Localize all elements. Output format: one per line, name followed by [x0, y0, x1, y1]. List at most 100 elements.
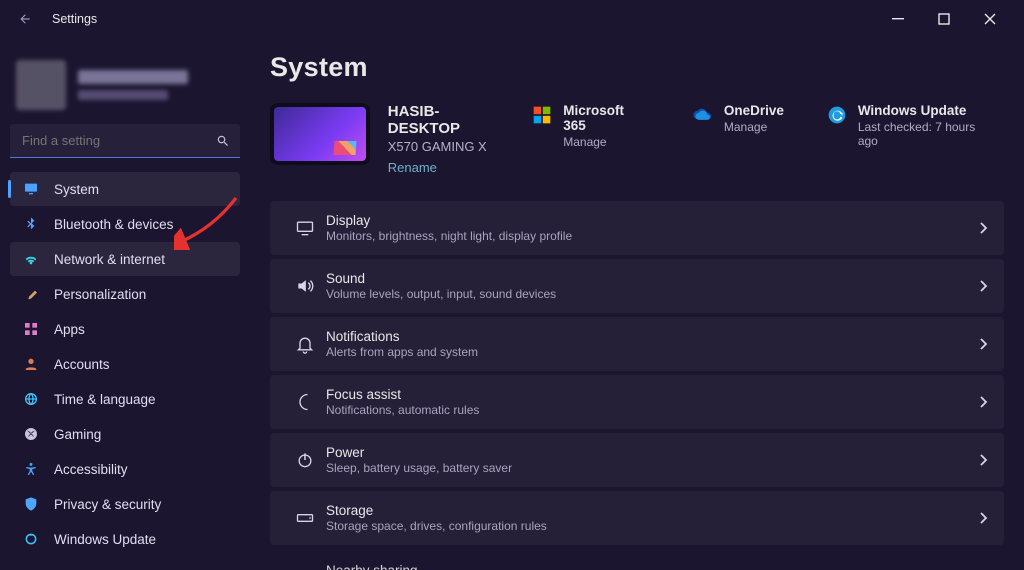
accessibility-icon	[22, 460, 40, 478]
shield-icon	[22, 495, 40, 513]
search-input[interactable]	[10, 124, 240, 158]
header-link-title: OneDrive	[724, 103, 784, 118]
sidebar-item-network[interactable]: Network & internet	[10, 242, 240, 276]
close-icon	[984, 13, 996, 25]
sidebar-item-personalization[interactable]: Personalization	[10, 277, 240, 311]
maximize-button[interactable]	[938, 13, 962, 25]
bell-icon	[284, 334, 326, 354]
sidebar-item-label: Apps	[54, 322, 85, 337]
card-title: Power	[326, 445, 512, 460]
header-link-windows-update[interactable]: Windows Update Last checked: 7 hours ago	[826, 103, 998, 149]
onedrive-icon	[692, 104, 714, 126]
sound-icon	[284, 276, 326, 296]
sidebar-item-gaming[interactable]: Gaming	[10, 417, 240, 451]
card-storage[interactable]: Storage Storage space, drives, configura…	[270, 491, 1004, 545]
header-link-sub: Manage	[724, 120, 784, 134]
card-nearby-sharing[interactable]: Nearby sharing	[270, 549, 1004, 570]
card-title: Notifications	[326, 329, 478, 344]
header-link-sub: Manage	[563, 135, 650, 149]
wifi-icon	[22, 250, 40, 268]
card-sub: Volume levels, output, input, sound devi…	[326, 287, 556, 301]
card-power[interactable]: Power Sleep, battery usage, battery save…	[270, 433, 1004, 487]
content-pane: System HASIB-DESKTOP X570 GAMING X Renam…	[248, 38, 1024, 570]
chevron-right-icon	[978, 453, 988, 467]
settings-card-list: Display Monitors, brightness, night ligh…	[270, 201, 1004, 570]
sidebar-item-bluetooth[interactable]: Bluetooth & devices	[10, 207, 240, 241]
sidebar-item-label: Accounts	[54, 357, 110, 372]
avatar	[16, 60, 66, 110]
sidebar-item-label: System	[54, 182, 99, 197]
device-model: X570 GAMING X	[388, 139, 512, 154]
card-title: Display	[326, 213, 572, 228]
update-icon	[22, 530, 40, 548]
header-link-title: Microsoft 365	[563, 103, 650, 133]
rename-link[interactable]: Rename	[388, 160, 512, 175]
titlebar: Settings	[0, 0, 1024, 38]
sidebar-item-label: Network & internet	[54, 252, 165, 267]
moon-icon	[284, 392, 326, 412]
sidebar-item-label: Windows Update	[54, 532, 156, 547]
card-sub: Notifications, automatic rules	[326, 403, 479, 417]
sidebar-item-label: Accessibility	[54, 462, 128, 477]
header-link-onedrive[interactable]: OneDrive Manage	[692, 103, 784, 149]
xbox-icon	[22, 425, 40, 443]
window-title: Settings	[52, 12, 97, 26]
card-title: Storage	[326, 503, 547, 518]
profile-block[interactable]	[10, 48, 240, 124]
card-sub: Sleep, battery usage, battery saver	[326, 461, 512, 475]
chevron-right-icon	[978, 395, 988, 409]
search-icon	[216, 134, 230, 148]
search-field[interactable]	[22, 133, 216, 148]
power-icon	[284, 450, 326, 470]
sidebar-item-accessibility[interactable]: Accessibility	[10, 452, 240, 486]
sidebar-item-windows-update[interactable]: Windows Update	[10, 522, 240, 556]
back-button[interactable]	[18, 12, 42, 26]
card-title: Nearby sharing	[326, 563, 418, 570]
card-title: Focus assist	[326, 387, 479, 402]
chevron-right-icon	[978, 337, 988, 351]
profile-email-redacted	[78, 90, 168, 100]
card-sub: Alerts from apps and system	[326, 345, 478, 359]
card-sub: Monitors, brightness, night light, displ…	[326, 229, 572, 243]
paintbrush-icon	[22, 285, 40, 303]
chevron-right-icon	[978, 511, 988, 525]
device-name: HASIB-DESKTOP	[388, 103, 512, 137]
arrow-left-icon	[18, 12, 32, 26]
apps-icon	[22, 320, 40, 338]
chevron-right-icon	[978, 221, 988, 235]
person-icon	[22, 355, 40, 373]
close-button[interactable]	[984, 13, 1008, 25]
device-thumbnail	[270, 103, 370, 165]
sidebar-item-time-language[interactable]: Time & language	[10, 382, 240, 416]
sidebar-item-privacy[interactable]: Privacy & security	[10, 487, 240, 521]
monitor-icon	[22, 180, 40, 198]
card-sub: Storage space, drives, configuration rul…	[326, 519, 547, 533]
sidebar-item-accounts[interactable]: Accounts	[10, 347, 240, 381]
card-display[interactable]: Display Monitors, brightness, night ligh…	[270, 201, 1004, 255]
nav-list: System Bluetooth & devices Network & int…	[10, 172, 240, 556]
device-block: HASIB-DESKTOP X570 GAMING X Rename	[270, 103, 511, 175]
header-link-microsoft365[interactable]: Microsoft 365 Manage	[531, 103, 650, 149]
card-sound[interactable]: Sound Volume levels, output, input, soun…	[270, 259, 1004, 313]
sidebar-item-system[interactable]: System	[10, 172, 240, 206]
page-title: System	[270, 52, 1004, 83]
microsoft365-icon	[531, 104, 553, 126]
display-icon	[284, 218, 326, 238]
bluetooth-icon	[22, 215, 40, 233]
sidebar-item-label: Bluetooth & devices	[54, 217, 173, 232]
sidebar-item-label: Privacy & security	[54, 497, 161, 512]
card-focus-assist[interactable]: Focus assist Notifications, automatic ru…	[270, 375, 1004, 429]
clock-language-icon	[22, 390, 40, 408]
minimize-button[interactable]	[892, 13, 916, 25]
header-link-title: Windows Update	[858, 103, 998, 118]
minimize-icon	[892, 13, 904, 25]
sidebar: System Bluetooth & devices Network & int…	[0, 38, 248, 570]
maximize-icon	[938, 13, 950, 25]
chevron-right-icon	[978, 279, 988, 293]
header-link-sub: Last checked: 7 hours ago	[858, 120, 998, 148]
sidebar-item-label: Personalization	[54, 287, 146, 302]
card-notifications[interactable]: Notifications Alerts from apps and syste…	[270, 317, 1004, 371]
sidebar-item-apps[interactable]: Apps	[10, 312, 240, 346]
profile-name-redacted	[78, 70, 188, 84]
header-row: HASIB-DESKTOP X570 GAMING X Rename Micro…	[270, 103, 1004, 175]
